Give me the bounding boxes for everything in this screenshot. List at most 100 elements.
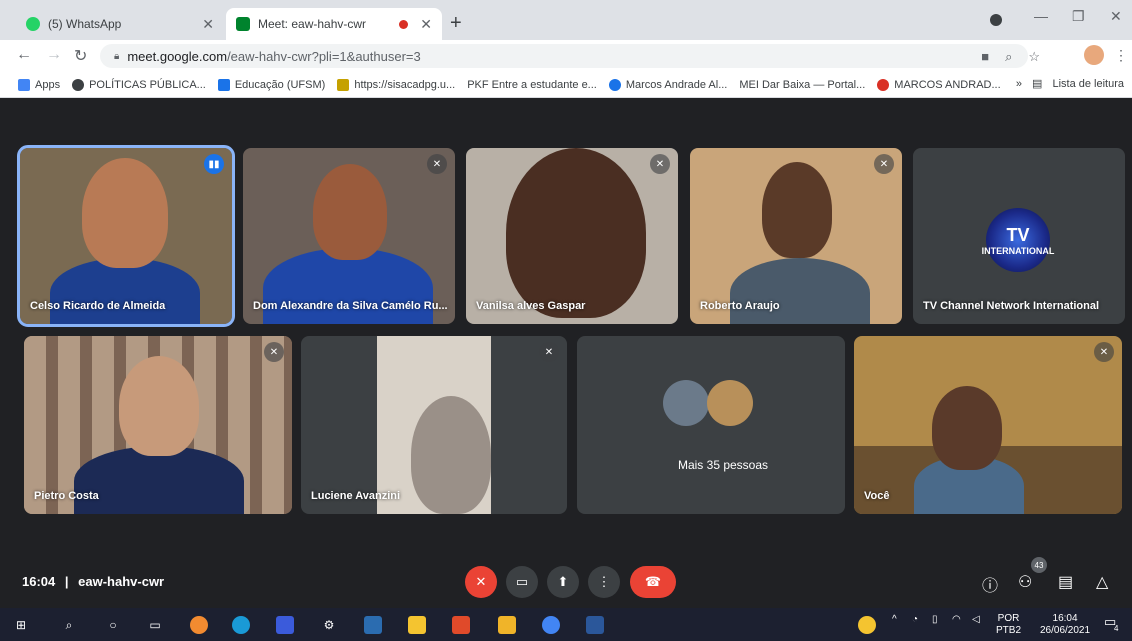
tab-title: Meet: eaw-hahv-cwr: [258, 17, 367, 31]
mic-off-icon: ✕: [539, 342, 559, 362]
whatsapp-icon: [26, 17, 40, 31]
edge-icon[interactable]: [232, 616, 250, 634]
search-icon[interactable]: ⌕: [60, 616, 78, 634]
participant-tile[interactable]: ✕ Dom Alexandre da Silva Camélo Ru...: [243, 148, 455, 324]
bookmark-item[interactable]: PKF Entre a estudante e...: [467, 79, 597, 91]
url-path: /eaw-hahv-cwr?pli=1&authuser=3: [227, 48, 421, 64]
app-icon[interactable]: [276, 616, 294, 634]
windows-taskbar: ⊞ ⌕ ○ ▭ ⚙ ^ ◔ ▯ ◠ ◁ POR PTB2 16:04 26/06…: [0, 608, 1132, 641]
site-icon: [337, 78, 350, 91]
speaking-icon: ▮▮: [204, 154, 224, 174]
reload-icon[interactable]: ↻: [74, 46, 87, 66]
tray-chevron-icon[interactable]: ^: [892, 614, 897, 625]
participant-name: TV Channel Network International: [923, 300, 1100, 312]
close-icon[interactable]: ✕: [202, 16, 214, 33]
close-window-icon[interactable]: ✕: [1110, 8, 1122, 25]
participant-name: Roberto Araujo: [700, 300, 780, 312]
star-icon[interactable]: ☆: [1028, 49, 1040, 65]
bookmark-item[interactable]: Marcos Andrade Al...: [608, 78, 727, 91]
participant-face: [119, 356, 199, 456]
volume-icon[interactable]: ◁: [972, 614, 980, 625]
more-options-button[interactable]: ⋮: [588, 566, 620, 598]
participant-name: Luciene Avanzini: [311, 490, 401, 502]
tab-meet[interactable]: Meet: eaw-hahv-cwr ✕: [226, 8, 442, 40]
zoom-icon[interactable]: ⌕: [1005, 49, 1012, 65]
participant-tile[interactable]: ✕ Pietro Costa: [24, 336, 292, 514]
chrome-icon[interactable]: [542, 616, 560, 634]
wifi-icon[interactable]: ◠: [952, 614, 961, 625]
battery-icon[interactable]: ▯: [932, 614, 938, 625]
restore-icon[interactable]: ❐: [1072, 8, 1085, 25]
task-view-icon[interactable]: ▭: [146, 616, 164, 634]
avatar[interactable]: [1084, 45, 1104, 65]
back-icon[interactable]: ←: [16, 46, 32, 64]
tab-title: (5) WhatsApp: [48, 17, 122, 31]
site-icon: [608, 78, 621, 91]
sticky-notes-icon[interactable]: [408, 616, 426, 634]
app-icon[interactable]: [190, 616, 208, 634]
mic-off-icon: ✕: [1094, 342, 1114, 362]
separator: |: [64, 574, 69, 589]
participant-face: [932, 386, 1002, 470]
reading-list-icon[interactable]: ▤: [1032, 77, 1042, 90]
globe-icon: [72, 78, 85, 91]
browser-toolbar: ← → ↻ 🔒︎ meet.google.com /eaw-hahv-cwr?p…: [0, 40, 1132, 72]
settings-icon[interactable]: ⚙: [320, 616, 338, 634]
mic-off-button[interactable]: ✕: [465, 566, 497, 598]
calculator-icon[interactable]: [364, 616, 382, 634]
minimize-icon[interactable]: —: [1034, 8, 1048, 24]
chat-icon[interactable]: ▤: [1058, 572, 1073, 592]
windows-start-icon[interactable]: ⊞: [12, 616, 30, 634]
cortana-icon[interactable]: ○: [104, 616, 122, 634]
notification-count: 4: [1114, 624, 1119, 633]
meet-control-bar: 16:04 | eaw-hahv-cwr ✕ ▭ ⬆ ⋮ ☎ ⓘ ⚇ 43 ▤ …: [0, 556, 1132, 608]
participant-tile[interactable]: ✕ Vanilsa alves Gaspar: [466, 148, 678, 324]
participant-tile[interactable]: ✕ Luciene Avanzini: [301, 336, 567, 514]
people-icon[interactable]: ⚇: [1018, 572, 1032, 592]
profile-icon[interactable]: [990, 14, 1002, 26]
new-tab-button[interactable]: +: [450, 12, 462, 35]
address-bar[interactable]: 🔒︎ meet.google.com /eaw-hahv-cwr?pli=1&a…: [100, 44, 1028, 68]
participant-face: [762, 162, 832, 258]
camera-button[interactable]: ▭: [506, 566, 538, 598]
clock[interactable]: 16:04 26/06/2021: [1040, 613, 1090, 637]
forward-icon[interactable]: →: [46, 46, 62, 64]
meeting-details: 16:04 | eaw-hahv-cwr: [22, 574, 164, 589]
reading-list-label[interactable]: Lista de leitura: [1052, 78, 1124, 90]
participant-face: [82, 158, 168, 268]
bookmark-apps[interactable]: Apps: [18, 78, 60, 91]
file-explorer-icon[interactable]: [498, 616, 516, 634]
participant-name: Você: [864, 490, 890, 502]
tab-strip: (5) WhatsApp ✕ Meet: eaw-hahv-cwr ✕ + — …: [0, 0, 1132, 40]
participant-tile[interactable]: ▮▮ Celso Ricardo de Almeida: [17, 145, 235, 327]
bookmark-item[interactable]: POLÍTICAS PÚBLICA...: [72, 78, 206, 91]
participant-name: Pietro Costa: [34, 490, 99, 502]
info-icon[interactable]: ⓘ: [982, 572, 998, 596]
bookmark-item[interactable]: MEI Dar Baixa — Portal...: [739, 79, 865, 91]
tab-whatsapp[interactable]: (5) WhatsApp ✕: [16, 8, 224, 40]
others-tile[interactable]: Mais 35 pessoas: [577, 336, 845, 514]
bookmark-item[interactable]: Educação (UFSM): [217, 78, 325, 91]
app-icon[interactable]: [452, 616, 470, 634]
more-menu-icon[interactable]: ⋮: [1114, 47, 1128, 64]
omnibox-icons: ■ ⌕ ☆: [981, 49, 1040, 65]
weather-icon[interactable]: [858, 616, 876, 634]
meet-icon: [236, 17, 250, 31]
leave-call-button[interactable]: ☎: [630, 566, 676, 598]
participant-tile[interactable]: ✕ Você: [854, 336, 1122, 514]
participant-tile[interactable]: TV INTERNATIONAL TV Channel Network Inte…: [913, 148, 1125, 324]
close-icon[interactable]: ✕: [420, 16, 432, 33]
participant-tile[interactable]: ✕ Roberto Araujo: [690, 148, 902, 324]
participant-name: Celso Ricardo de Almeida: [30, 300, 166, 312]
bookmark-item[interactable]: https://sisacadpg.u...: [337, 78, 455, 91]
bookmark-item[interactable]: MARCOS ANDRAD...: [877, 78, 1001, 91]
word-icon[interactable]: [586, 616, 604, 634]
mic-off-icon: ✕: [874, 154, 894, 174]
language-indicator[interactable]: POR PTB2: [996, 613, 1021, 637]
bookmarks-overflow-icon[interactable]: »: [1016, 78, 1022, 90]
apps-grid-icon: [18, 78, 30, 91]
present-button[interactable]: ⬆: [547, 566, 579, 598]
activities-icon[interactable]: △: [1096, 572, 1108, 592]
network-icon[interactable]: ◔: [912, 614, 918, 625]
camera-icon[interactable]: ■: [981, 49, 989, 65]
